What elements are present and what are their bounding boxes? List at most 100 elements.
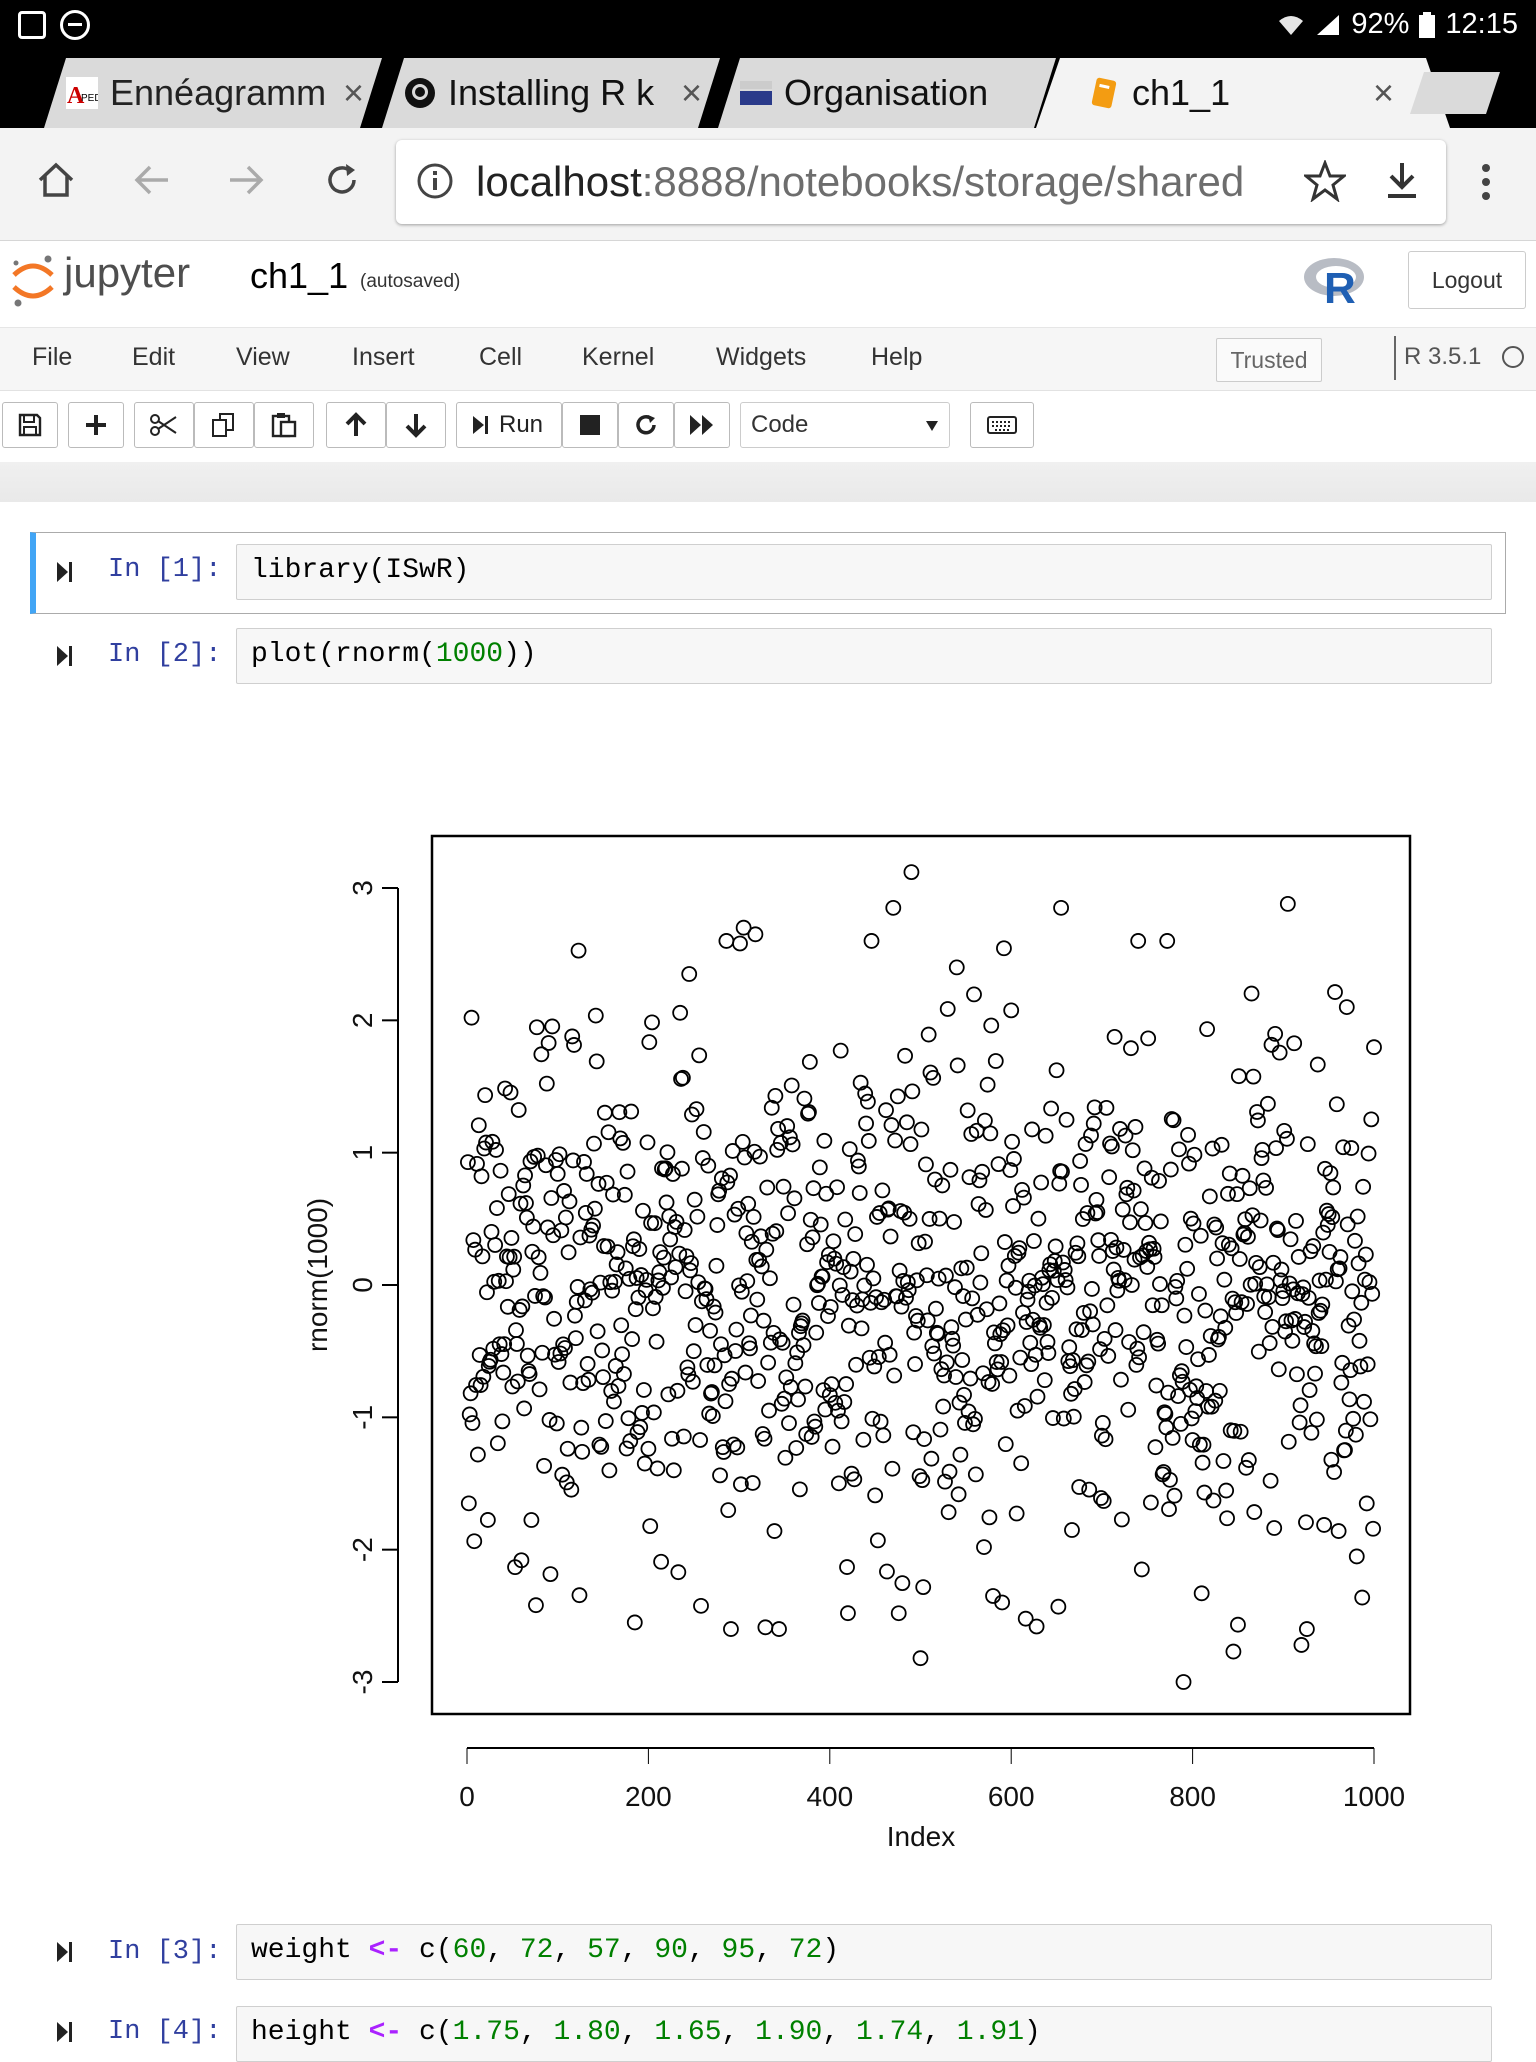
data-point [853, 1320, 870, 1337]
close-tab-icon[interactable]: × [343, 72, 364, 114]
data-point [1209, 1250, 1225, 1267]
cell-input[interactable]: weight <- c(60, 72, 57, 90, 95, 72) [236, 1924, 1492, 1980]
paste-button[interactable] [254, 402, 314, 448]
move-up-button[interactable] [326, 402, 386, 448]
url-bar[interactable]: localhost:8888/notebooks/storage/shared [396, 140, 1446, 224]
data-point [577, 1204, 594, 1221]
tab-ch1-1[interactable]: ch1_1 × [1036, 58, 1450, 128]
menu-kernel[interactable]: Kernel [582, 343, 654, 372]
data-point [1153, 1297, 1170, 1314]
menu-cell[interactable]: Cell [479, 343, 522, 372]
data-point [569, 1279, 586, 1295]
notebook-name[interactable]: ch1_1 [250, 255, 348, 297]
data-point [1036, 1372, 1053, 1389]
bookmark-star-icon[interactable] [1304, 160, 1346, 202]
run-cell-icon[interactable] [56, 2020, 74, 2044]
institut-favicon [740, 77, 772, 109]
command-palette-button[interactable] [970, 402, 1034, 448]
data-point [465, 1232, 482, 1249]
home-icon[interactable] [36, 160, 76, 200]
cut-button[interactable] [134, 402, 194, 448]
run-button[interactable]: Run [456, 402, 562, 448]
data-point [1334, 1354, 1351, 1371]
run-cell-icon[interactable] [56, 1940, 74, 1964]
new-tab-button[interactable] [1410, 72, 1500, 114]
data-point [527, 1288, 543, 1304]
move-down-button[interactable] [386, 402, 446, 448]
run-cell-icon[interactable] [56, 560, 74, 584]
trusted-indicator[interactable]: Trusted [1216, 338, 1322, 382]
menu-insert[interactable]: Insert [352, 343, 415, 372]
data-point [523, 1512, 540, 1528]
data-point [788, 1440, 805, 1456]
save-button[interactable] [2, 402, 58, 448]
data-point [1113, 1371, 1129, 1388]
menu-file[interactable]: File [32, 343, 72, 372]
tab-title: Ennéagramm [110, 72, 327, 113]
cell-type-select[interactable]: Code [740, 402, 950, 448]
data-point [737, 1364, 754, 1381]
close-tab-icon[interactable]: × [1373, 72, 1394, 114]
cell-input[interactable]: plot(rnorm(1000)) [236, 628, 1492, 684]
data-point [1298, 1621, 1315, 1637]
data-point [1095, 1493, 1112, 1509]
tab-enneagramme[interactable]: A PED Ennéagramm × [44, 58, 382, 128]
menu-view[interactable]: View [236, 343, 290, 372]
data-point [855, 1431, 872, 1448]
run-cell-icon[interactable] [56, 644, 74, 668]
data-point [887, 1132, 904, 1149]
signal-icon [1317, 14, 1340, 35]
more-menu-icon[interactable] [1480, 162, 1492, 202]
data-point [1122, 1214, 1138, 1231]
download-icon[interactable] [1382, 160, 1422, 202]
forward-icon[interactable] [226, 162, 266, 198]
copy-button[interactable] [194, 402, 254, 448]
tab-organisation[interactable]: Organisation [718, 58, 1056, 128]
data-point [1084, 1281, 1100, 1297]
menu-edit[interactable]: Edit [132, 343, 175, 372]
cell-input[interactable]: library(ISwR) [236, 544, 1492, 600]
data-point [567, 1330, 584, 1347]
data-point [704, 1408, 721, 1424]
url-text[interactable]: localhost:8888/notebooks/storage/shared [476, 158, 1286, 206]
insert-cell-button[interactable] [68, 402, 124, 448]
data-point [516, 1400, 533, 1417]
restart-run-all-button[interactable] [674, 402, 730, 448]
data-point [460, 1495, 477, 1512]
data-point [1162, 1161, 1179, 1178]
data-point [998, 1272, 1015, 1289]
reload-icon[interactable] [322, 160, 362, 200]
data-point [1266, 1520, 1283, 1536]
data-point [538, 1075, 555, 1092]
data-point [942, 1161, 959, 1178]
kernel-name[interactable]: R 3.5.1 [1404, 343, 1481, 371]
data-point [997, 1436, 1014, 1453]
data-point [1192, 1227, 1209, 1244]
x-axis-label: Index [887, 1821, 956, 1852]
close-tab-icon[interactable]: × [681, 72, 702, 114]
cell-input[interactable]: height <- c(1.75, 1.80, 1.65, 1.90, 1.74… [236, 2006, 1492, 2062]
interrupt-button[interactable] [562, 402, 618, 448]
data-point [1261, 1335, 1278, 1351]
tab-installing-r[interactable]: Installing R k × [382, 58, 720, 128]
tab-title: Organisation [784, 72, 989, 113]
data-point [932, 1421, 949, 1438]
stop-icon [580, 415, 600, 435]
menu-help[interactable]: Help [871, 343, 922, 372]
menu-widgets[interactable]: Widgets [716, 343, 806, 372]
data-point [1177, 1236, 1194, 1253]
restart-kernel-button[interactable] [618, 402, 674, 448]
data-point [920, 1026, 937, 1043]
jupyter-logo-text[interactable]: jupyter [64, 249, 190, 297]
data-point [913, 1121, 930, 1138]
clock: 12:15 [1445, 8, 1518, 40]
data-point [749, 1291, 766, 1308]
jupyter-logo-icon[interactable] [10, 253, 56, 309]
data-point [1131, 1349, 1147, 1366]
logout-button[interactable]: Logout [1408, 251, 1526, 309]
info-icon[interactable] [416, 162, 454, 200]
back-icon[interactable] [132, 162, 172, 198]
data-point [1230, 1616, 1246, 1633]
data-point [1197, 1302, 1214, 1319]
data-point [1321, 1244, 1338, 1260]
